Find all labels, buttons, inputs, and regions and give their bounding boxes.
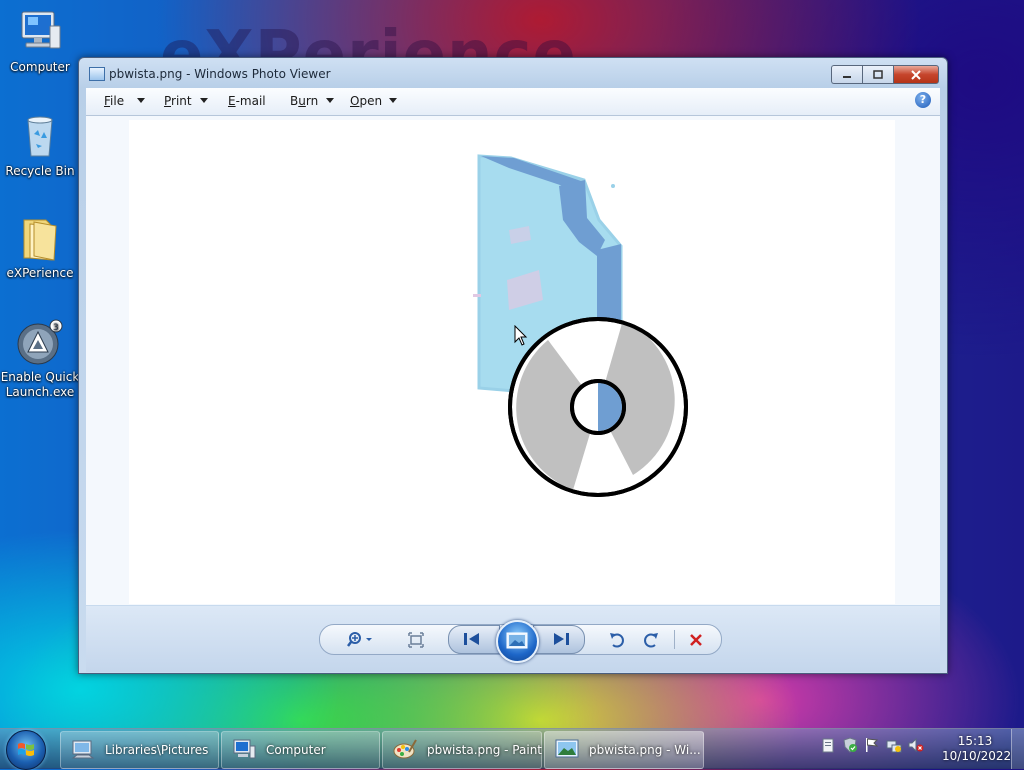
disc-and-case-graphic bbox=[473, 154, 688, 497]
clock[interactable]: 15:13 10/10/2022 bbox=[942, 734, 1012, 764]
clock-date: 10/10/2022 bbox=[942, 749, 1012, 763]
zoom-button[interactable] bbox=[346, 630, 376, 650]
menu-burn[interactable]: Burn bbox=[290, 94, 318, 108]
quick-launch-app-icon: 3 bbox=[16, 318, 64, 366]
rotate-counterclockwise-button[interactable] bbox=[607, 630, 627, 650]
taskbar-button-label: Computer bbox=[266, 743, 326, 757]
desktop-icon-recycle-bin[interactable]: Recycle Bin bbox=[0, 112, 80, 179]
zoom-icon bbox=[347, 632, 372, 647]
delete-icon bbox=[690, 634, 702, 646]
toolbar-divider bbox=[674, 630, 675, 649]
fit-window-icon bbox=[408, 632, 424, 648]
taskbar-button-label: Libraries\Pictures bbox=[105, 743, 209, 757]
maximize-icon bbox=[873, 69, 883, 79]
close-icon bbox=[911, 69, 921, 80]
clipboard-icon[interactable] bbox=[820, 737, 836, 753]
file-dropdown-caret-icon[interactable] bbox=[137, 98, 145, 103]
menu-bar: File Print E-mail Burn Open ? bbox=[86, 88, 940, 116]
close-button[interactable] bbox=[893, 65, 939, 84]
previous-button[interactable] bbox=[448, 625, 500, 654]
svg-text:3: 3 bbox=[53, 323, 59, 333]
paint-icon bbox=[393, 739, 417, 759]
action-center-flag-icon[interactable] bbox=[864, 737, 880, 753]
taskbar-button-label: pbwista.png - Paint bbox=[427, 743, 543, 757]
minimize-icon bbox=[843, 75, 851, 78]
photo-viewer-app-icon bbox=[89, 67, 105, 81]
desktop-icon-experience-folder[interactable]: eXPerience bbox=[0, 214, 80, 281]
menu-file-label: ile bbox=[110, 94, 125, 108]
delete-button[interactable] bbox=[686, 630, 706, 650]
previous-icon bbox=[464, 633, 479, 645]
rotate-clockwise-button[interactable] bbox=[641, 630, 661, 650]
help-icon[interactable]: ? bbox=[915, 92, 931, 108]
viewer-controls-bar bbox=[86, 606, 940, 672]
taskbar-button-libraries[interactable]: Libraries\Pictures bbox=[60, 731, 219, 769]
menu-print[interactable]: Print bbox=[164, 94, 192, 108]
window-titlebar[interactable]: pbwista.png - Windows Photo Viewer bbox=[79, 58, 947, 88]
minimize-button[interactable] bbox=[831, 65, 862, 84]
desktop-icon-label: eXPerience bbox=[6, 266, 74, 280]
libraries-icon bbox=[71, 740, 95, 759]
menu-burn-mnemonic: u bbox=[298, 94, 306, 108]
show-desktop-button[interactable] bbox=[1011, 729, 1024, 769]
desktop-icon-label: Recycle Bin bbox=[5, 164, 75, 178]
next-button[interactable] bbox=[533, 625, 585, 654]
desktop-icon-label: Computer bbox=[10, 60, 70, 74]
desktop-icon-computer[interactable]: Computer bbox=[0, 8, 80, 75]
open-dropdown-caret-icon[interactable] bbox=[389, 98, 397, 103]
system-tray bbox=[820, 737, 924, 761]
image-viewport bbox=[86, 116, 940, 605]
photo-viewer-icon bbox=[555, 739, 579, 758]
viewer-controls bbox=[319, 620, 722, 663]
taskbar: Libraries\Pictures Computer pbwista.png … bbox=[0, 728, 1024, 770]
window-title: pbwista.png - Windows Photo Viewer bbox=[109, 67, 331, 81]
menu-email-label: -mail bbox=[235, 94, 266, 108]
menu-burn-prefix: B bbox=[290, 94, 299, 108]
photo-viewer-window: pbwista.png - Windows Photo Viewer File … bbox=[78, 57, 948, 674]
computer-icon bbox=[16, 8, 64, 56]
rotate-clockwise-icon bbox=[644, 633, 658, 648]
volume-muted-icon[interactable] bbox=[908, 737, 924, 753]
slideshow-icon bbox=[506, 632, 528, 649]
print-dropdown-caret-icon[interactable] bbox=[200, 98, 208, 103]
maximize-button[interactable] bbox=[862, 65, 893, 84]
taskbar-button-label: pbwista.png - Wi... bbox=[589, 743, 701, 757]
windows-logo-icon bbox=[18, 743, 34, 756]
taskbar-button-computer[interactable]: Computer bbox=[221, 731, 380, 769]
menu-open-label: pen bbox=[359, 94, 383, 108]
folder-icon bbox=[16, 214, 64, 262]
clock-time: 15:13 bbox=[957, 734, 993, 748]
desktop-icon-label: Enable Quick Launch.exe bbox=[0, 370, 80, 399]
taskbar-button-photo-viewer[interactable]: pbwista.png - Wi... bbox=[544, 731, 704, 769]
mouse-cursor-icon bbox=[514, 325, 528, 346]
menu-burn-label: rn bbox=[305, 94, 319, 108]
menu-print-mnemonic: P bbox=[164, 94, 172, 108]
fit-window-button[interactable] bbox=[406, 630, 426, 650]
menu-file[interactable]: File bbox=[104, 94, 124, 108]
menu-print-label: rint bbox=[171, 94, 192, 108]
rotate-counterclockwise-icon bbox=[610, 633, 624, 648]
desktop-icon-enable-quick-launch[interactable]: 3 Enable Quick Launch.exe bbox=[0, 318, 80, 400]
menu-open[interactable]: Open bbox=[350, 94, 382, 108]
start-button[interactable] bbox=[6, 730, 46, 770]
window-controls bbox=[831, 65, 939, 84]
recycle-bin-icon bbox=[16, 112, 64, 160]
security-shield-icon[interactable] bbox=[842, 737, 858, 753]
taskbar-button-paint[interactable]: pbwista.png - Paint bbox=[382, 731, 542, 769]
next-icon bbox=[554, 633, 569, 645]
displayed-image bbox=[129, 120, 895, 604]
slideshow-button[interactable] bbox=[496, 620, 539, 663]
network-icon[interactable] bbox=[886, 737, 902, 753]
computer-icon bbox=[233, 739, 256, 759]
menu-email-mnemonic: E bbox=[228, 94, 236, 108]
menu-email[interactable]: E-mail bbox=[228, 94, 266, 108]
burn-dropdown-caret-icon[interactable] bbox=[326, 98, 334, 103]
